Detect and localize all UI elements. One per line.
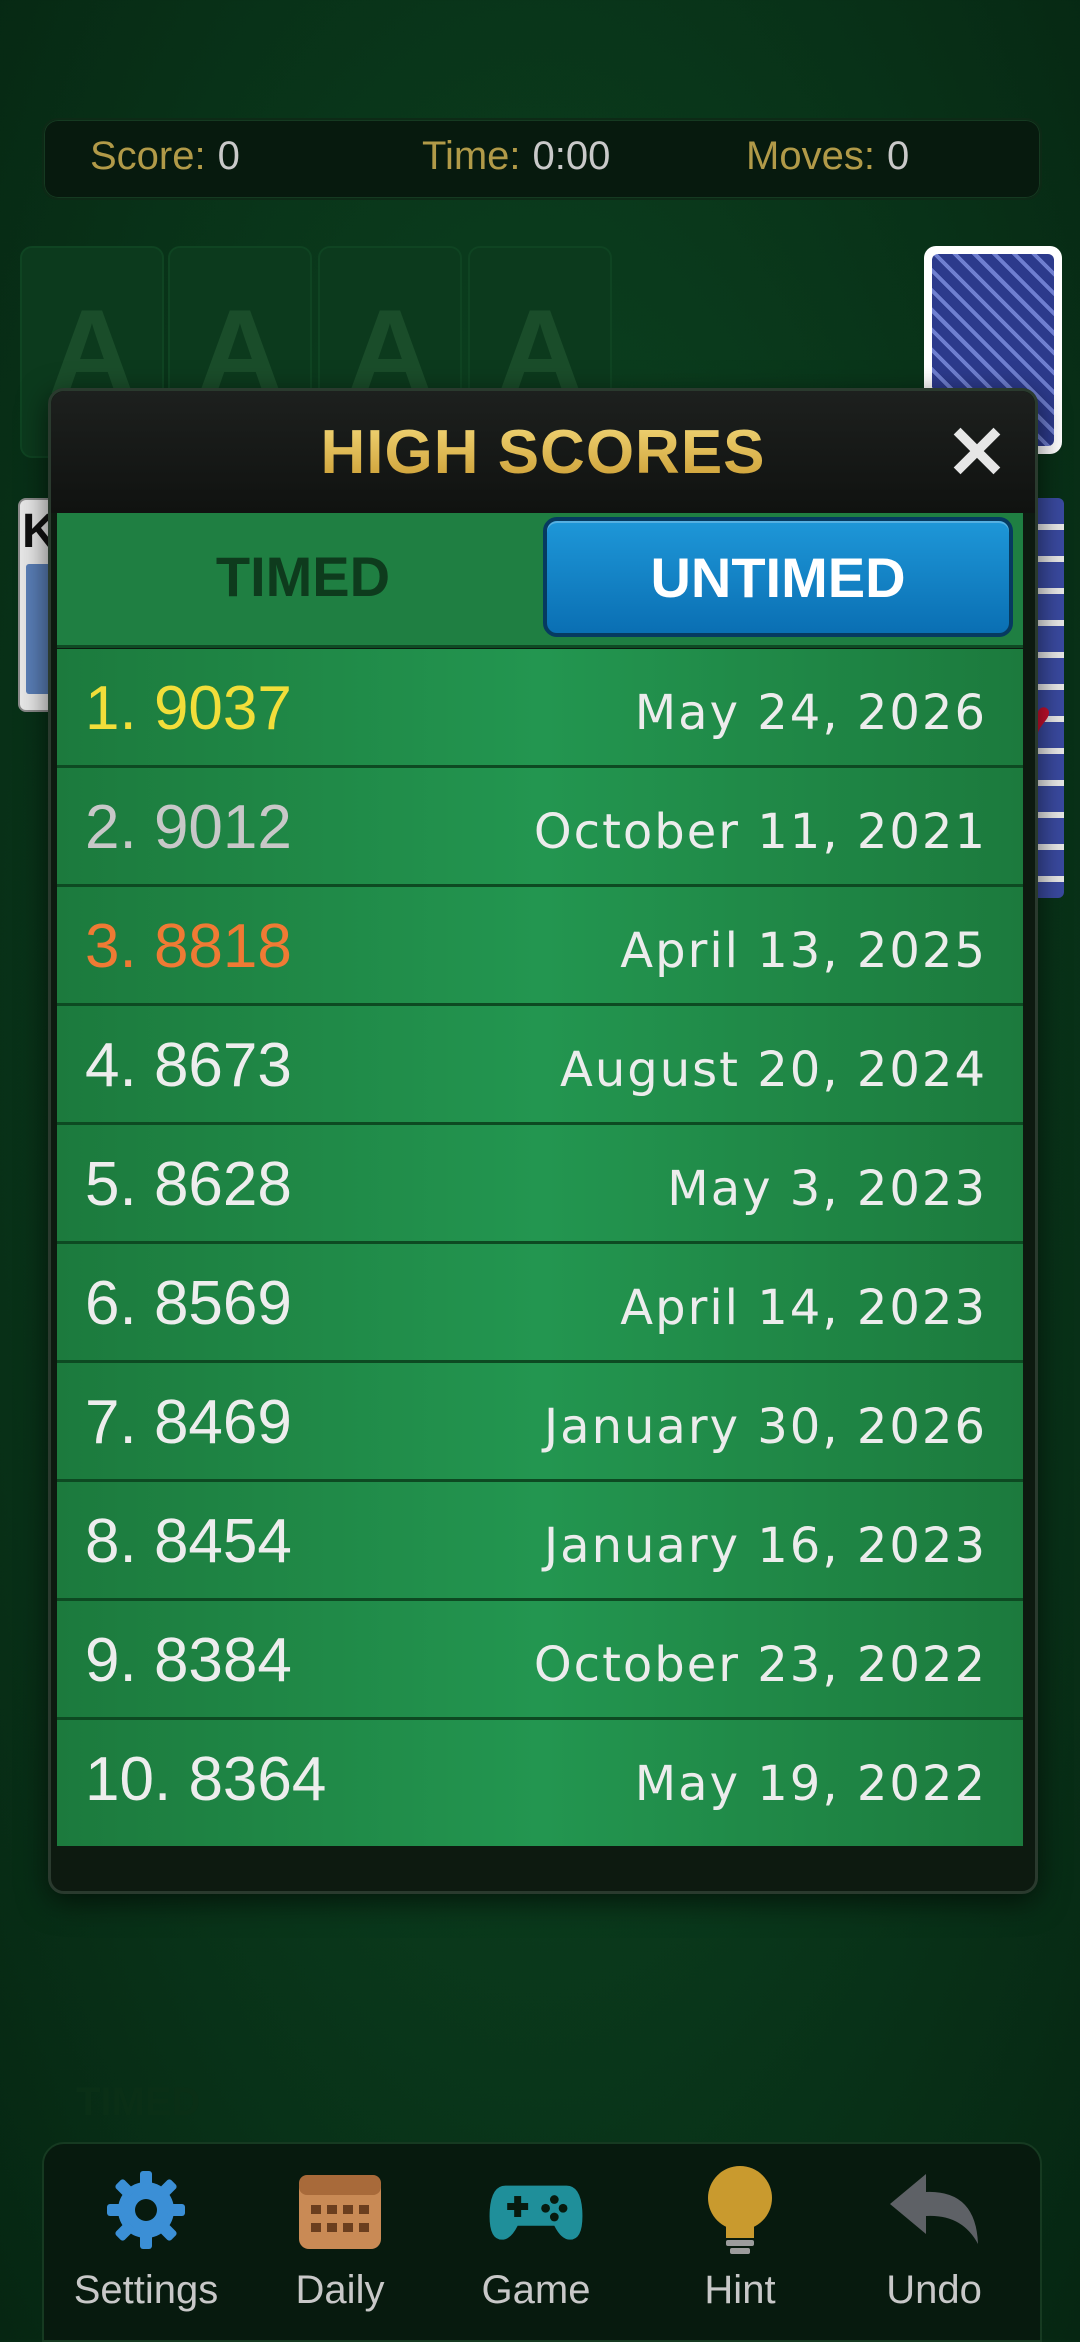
rank-score: 7. 8469 — [85, 1388, 292, 1457]
score-row: 7. 8469 January 30, 2026 — [57, 1363, 1023, 1482]
hint-label: Hint — [704, 2268, 776, 2312]
score-row: 8. 8454 January 16, 2023 — [57, 1482, 1023, 1601]
score-date: August 20, 2024 — [560, 1042, 987, 1098]
undo-button[interactable]: Undo — [844, 2162, 1024, 2332]
score-row: 3. 8818 April 13, 2025 — [57, 887, 1023, 1006]
rank-score: 1. 9037 — [85, 674, 292, 743]
game-button[interactable]: Game — [446, 2162, 626, 2332]
tab-timed[interactable]: TIMED — [69, 521, 537, 631]
high-scores-dialog: HIGH SCORES ✕ TIMED UNTIMED 1. 9037 May … — [48, 388, 1038, 1894]
score-row: 10. 8364 May 19, 2022 — [57, 1720, 1023, 1846]
mode-watermark: TIMED — [76, 2080, 201, 2124]
undo-label: Undo — [886, 2268, 982, 2312]
score-date: April 14, 2023 — [620, 1280, 987, 1336]
score-tabs: TIMED UNTIMED — [57, 513, 1023, 648]
close-button[interactable]: ✕ — [941, 416, 1013, 490]
rank-score: 4. 8673 — [85, 1031, 292, 1100]
rank-score: 6. 8569 — [85, 1269, 292, 1338]
hint-button[interactable]: Hint — [650, 2162, 830, 2332]
dialog-title: HIGH SCORES — [51, 417, 1035, 488]
score-date: May 24, 2026 — [634, 685, 987, 741]
rank-score: 5. 8628 — [85, 1150, 292, 1219]
score-row: 5. 8628 May 3, 2023 — [57, 1125, 1023, 1244]
score-row: 4. 8673 August 20, 2024 — [57, 1006, 1023, 1125]
game-label: Game — [481, 2268, 591, 2312]
score-value: 0 — [217, 134, 240, 178]
rank-score: 9. 8384 — [85, 1626, 292, 1695]
calendar-icon — [292, 2162, 388, 2258]
daily-label: Daily — [295, 2268, 385, 2312]
rank-score: 8. 8454 — [85, 1507, 292, 1576]
lightbulb-icon — [692, 2162, 788, 2258]
daily-button[interactable]: Daily — [250, 2162, 430, 2332]
dialog-header: HIGH SCORES ✕ — [51, 391, 1035, 513]
stats-bar: Score: 0 Time: 0:00 Moves: 0 — [42, 118, 1042, 200]
time-stat: Time: 0:00 — [422, 134, 610, 179]
score-date: October 11, 2021 — [533, 804, 987, 860]
time-label: Time: — [422, 134, 521, 178]
score-date: January 30, 2026 — [544, 1399, 987, 1455]
score-date: January 16, 2023 — [544, 1518, 987, 1574]
gamepad-icon — [488, 2162, 584, 2258]
moves-stat: Moves: 0 — [746, 134, 909, 179]
score-list: 1. 9037 May 24, 2026 2. 9012 October 11,… — [57, 649, 1023, 1846]
rank-score: 2. 9012 — [85, 793, 292, 862]
rank-score: 10. 8364 — [85, 1745, 327, 1814]
score-row: 1. 9037 May 24, 2026 — [57, 649, 1023, 768]
score-row: 9. 8384 October 23, 2022 — [57, 1601, 1023, 1720]
score-date: May 3, 2023 — [667, 1161, 987, 1217]
score-date: October 23, 2022 — [533, 1637, 987, 1693]
score-date: May 19, 2022 — [634, 1756, 987, 1812]
score-label: Score: — [90, 134, 206, 178]
settings-button[interactable]: Settings — [56, 2162, 236, 2332]
moves-value: 0 — [886, 134, 910, 178]
gear-icon — [98, 2162, 194, 2258]
score-row: 6. 8569 April 14, 2023 — [57, 1244, 1023, 1363]
moves-label: Moves: — [746, 134, 875, 178]
tab-untimed[interactable]: UNTIMED — [543, 517, 1013, 637]
settings-label: Settings — [73, 2268, 219, 2312]
score-row: 2. 9012 October 11, 2021 — [57, 768, 1023, 887]
undo-arrow-icon — [886, 2162, 982, 2258]
rank-score: 3. 8818 — [85, 912, 292, 981]
bottom-toolbar: Settings Daily Game Hint Undo — [42, 2142, 1042, 2342]
score-stat: Score: 0 — [90, 134, 240, 179]
score-date: April 13, 2025 — [620, 923, 987, 979]
time-value: 0:00 — [532, 134, 611, 178]
